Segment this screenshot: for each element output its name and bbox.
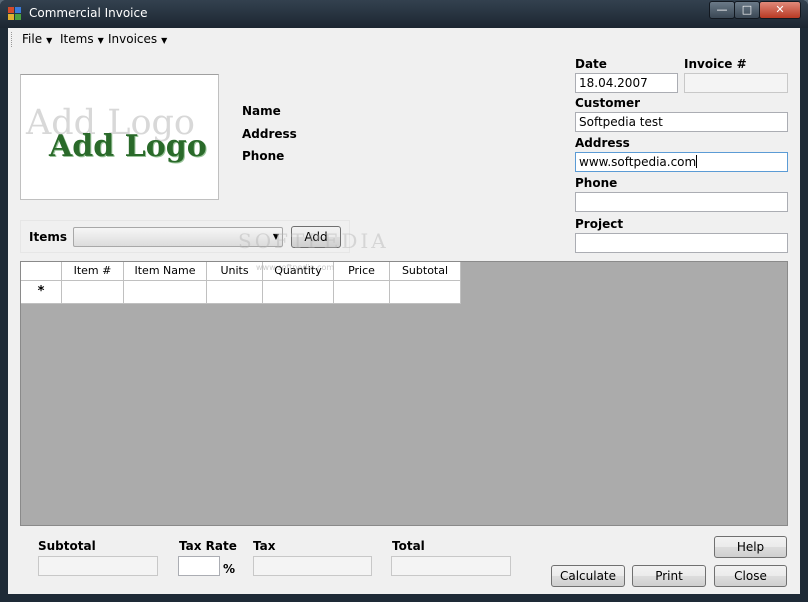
subtotal-field[interactable] <box>38 556 158 576</box>
column-header-item-number[interactable]: Item # <box>62 262 124 281</box>
customer-label: Customer <box>575 96 641 110</box>
chevron-down-icon: ▼ <box>97 36 104 45</box>
chevron-down-icon: ▼ <box>161 36 168 45</box>
invoice-number-field[interactable] <box>684 73 788 93</box>
percent-sign: % <box>223 562 236 576</box>
menu-items[interactable]: Items ▼ <box>60 32 104 46</box>
close-window-button[interactable]: ✕ <box>759 1 801 19</box>
company-phone-label: Phone <box>242 149 285 163</box>
column-header-quantity[interactable]: Quantity <box>263 262 334 281</box>
table-row: * <box>21 281 461 304</box>
menu-items-label: Items <box>60 32 94 46</box>
minimize-button[interactable]: — <box>709 1 735 19</box>
chevron-down-icon: ▼ <box>46 36 53 45</box>
calculate-button[interactable]: Calculate <box>551 565 625 587</box>
menu-invoices-label: Invoices <box>108 32 158 46</box>
menu-file-label: File <box>22 32 43 46</box>
menu-bar: File ▼ Items ▼ Invoices ▼ <box>8 28 800 51</box>
column-header-units[interactable]: Units <box>207 262 263 281</box>
project-label: Project <box>575 217 624 231</box>
address-value: www.softpedia.com <box>579 155 697 169</box>
tax-field[interactable] <box>253 556 372 576</box>
client-area: File ▼ Items ▼ Invoices ▼ Add Logo Add Logo… <box>8 28 800 594</box>
company-address-label: Address <box>242 127 297 141</box>
window-title: Commercial Invoice <box>29 6 148 20</box>
date-field[interactable]: 18.04.2007 <box>575 73 678 93</box>
column-header-item-name[interactable]: Item Name <box>124 262 207 281</box>
cell-subtotal[interactable] <box>390 281 461 304</box>
project-field[interactable] <box>575 233 788 253</box>
phone-field[interactable] <box>575 192 788 212</box>
add-item-button[interactable]: Add <box>291 226 341 248</box>
items-label: Items <box>29 230 67 244</box>
title-bar[interactable]: Commercial Invoice — □ ✕ <box>0 0 808 28</box>
total-field[interactable] <box>391 556 511 576</box>
tax-label: Tax <box>253 539 276 553</box>
address-field[interactable]: www.softpedia.com <box>575 152 788 172</box>
phone-label: Phone <box>575 176 618 190</box>
menu-grip <box>11 32 14 47</box>
cell-item-name[interactable] <box>124 281 207 304</box>
grid-header: Item # Item Name Units Quantity Price Su… <box>21 262 461 281</box>
maximize-button[interactable]: □ <box>734 1 760 19</box>
grid-corner[interactable] <box>21 262 62 281</box>
invoice-number-label: Invoice # <box>684 57 747 71</box>
items-grid[interactable]: Item # Item Name Units Quantity Price Su… <box>20 261 788 526</box>
cell-units[interactable] <box>207 281 263 304</box>
new-row-marker[interactable]: * <box>21 281 62 304</box>
tax-rate-label: Tax Rate <box>179 539 237 553</box>
column-header-price[interactable]: Price <box>334 262 390 281</box>
column-header-subtotal[interactable]: Subtotal <box>390 262 461 281</box>
app-window: Commercial Invoice — □ ✕ File ▼ Items ▼ In… <box>0 0 808 602</box>
cell-item-number[interactable] <box>62 281 124 304</box>
menu-file[interactable]: File ▼ <box>22 32 52 46</box>
app-icon <box>8 7 22 21</box>
logo-box[interactable]: Add Logo Add Logo <box>20 74 219 200</box>
menu-invoices[interactable]: Invoices ▼ <box>108 32 167 46</box>
company-name-label: Name <box>242 104 281 118</box>
subtotal-label: Subtotal <box>38 539 96 553</box>
items-select[interactable]: ▼ <box>73 227 283 247</box>
cell-price[interactable] <box>334 281 390 304</box>
chevron-down-icon: ▼ <box>272 232 279 241</box>
close-button[interactable]: Close <box>714 565 787 587</box>
tax-rate-field[interactable] <box>178 556 220 576</box>
address-label: Address <box>575 136 630 150</box>
text-caret <box>696 155 698 168</box>
print-button[interactable]: Print <box>632 565 706 587</box>
logo-text: Add Logo <box>49 129 207 164</box>
total-label: Total <box>392 539 425 553</box>
help-button[interactable]: Help <box>714 536 787 558</box>
date-label: Date <box>575 57 607 71</box>
cell-quantity[interactable] <box>263 281 334 304</box>
customer-field[interactable]: Softpedia test <box>575 112 788 132</box>
